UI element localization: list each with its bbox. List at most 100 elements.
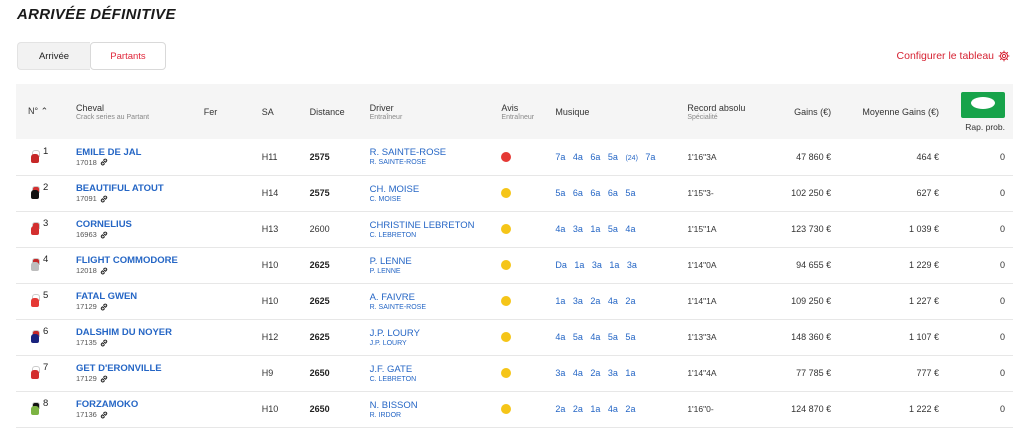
jockey-silk-icon <box>28 330 42 344</box>
configure-table-button[interactable]: Configurer le tableau <box>897 50 1010 62</box>
rap-cell: 0 <box>999 151 1005 162</box>
header-gains[interactable]: Gains (€) <box>761 84 835 139</box>
driver-cell: CHRISTINE LEBRETON C. LEBRETON <box>366 211 498 247</box>
record-cell: 1'14"0A <box>687 260 717 270</box>
link-icon[interactable] <box>100 411 108 419</box>
link-icon[interactable] <box>100 339 108 347</box>
table-row[interactable]: 6 DALSHIM DU NOYER 17135 H12 2625 J.P. L… <box>16 319 1013 355</box>
header-moyenne[interactable]: Moyenne Gains (€) <box>835 84 943 139</box>
musique-link[interactable]: 3a 4a 2a 3a 1a <box>555 368 635 378</box>
horse-name-link[interactable]: BEAUTIFUL ATOUT <box>76 183 196 194</box>
trainer-link[interactable]: C. LEBRETON <box>370 376 494 383</box>
horse-name-link[interactable]: FATAL GWEN <box>76 291 196 302</box>
header-record[interactable]: Record absolu Spécialité <box>683 84 761 139</box>
horse-id: 17091 <box>76 194 196 203</box>
table-row[interactable]: 4 FLIGHT COMMODORE 12018 H10 2625 P. LEN… <box>16 247 1013 283</box>
trainer-link[interactable]: R. IRDOR <box>370 412 494 419</box>
avis-cell <box>497 283 551 319</box>
musique-link[interactable]: 4a 5a 4a 5a 5a <box>555 332 635 342</box>
header-num[interactable]: N° ⌃ <box>16 84 72 139</box>
sa-cell: H12 <box>261 332 279 342</box>
moyenne-cell: 1 229 € <box>908 260 939 270</box>
horse-number: 4 <box>43 254 49 266</box>
driver-link[interactable]: J.P. LOURY <box>370 328 494 339</box>
trainer-link[interactable]: C. LEBRETON <box>370 232 494 239</box>
musique-cell: 3a 4a 2a 3a 1a <box>551 355 683 391</box>
horse-name-link[interactable]: CORNELIUS <box>76 219 196 230</box>
horse-name-link[interactable]: GET D'ERONVILLE <box>76 363 196 374</box>
musique-link[interactable]: 1a 3a 2a 4a 2a <box>555 296 635 306</box>
tab-arrivee[interactable]: Arrivée <box>17 42 90 70</box>
horse-cell: EMILE DE JAL 17018 <box>72 139 200 175</box>
tab-partants[interactable]: Partants <box>90 42 166 70</box>
horse-name-link[interactable]: FLIGHT COMMODORE <box>76 255 196 266</box>
table-row[interactable]: 7 GET D'ERONVILLE 17129 H9 2650 J.F. GAT… <box>16 355 1013 391</box>
horse-cell: DALSHIM DU NOYER 17135 <box>72 319 200 355</box>
avis-cell <box>497 355 551 391</box>
driver-link[interactable]: CH. MOISE <box>370 184 494 195</box>
driver-link[interactable]: R. SAINTE-ROSE <box>370 147 494 158</box>
horse-id: 17129 <box>76 374 196 383</box>
avis-indicator-icon <box>501 332 512 343</box>
link-icon[interactable] <box>100 158 108 166</box>
link-icon[interactable] <box>100 303 108 311</box>
moyenne-cell: 1 107 € <box>908 332 939 342</box>
row-num-cell: 3 <box>16 211 72 247</box>
horse-name-link[interactable]: FORZAMOKO <box>76 399 196 410</box>
fer-cell <box>200 139 258 175</box>
header-sa[interactable]: SA <box>258 84 306 139</box>
trainer-link[interactable]: C. MOISE <box>370 196 494 203</box>
moyenne-cell: 1 222 € <box>908 404 939 414</box>
table-row[interactable]: 1 EMILE DE JAL 17018 H11 2575 R. SAINTE-… <box>16 139 1013 175</box>
header-musique[interactable]: Musique <box>551 84 683 139</box>
row-num-cell: 4 <box>16 247 72 283</box>
musique-link[interactable]: Da 1a 3a 1a 3a <box>555 260 637 270</box>
header-avis[interactable]: Avis Entraîneur <box>497 84 551 139</box>
jockey-silk-icon <box>28 149 42 164</box>
link-icon[interactable] <box>100 231 108 239</box>
fer-cell <box>200 319 258 355</box>
sort-chevron-icon[interactable]: ⌃ <box>41 106 49 116</box>
link-icon[interactable] <box>100 267 108 275</box>
header-driver[interactable]: Driver Entraîneur <box>366 84 498 139</box>
driver-cell: P. LENNE P. LENNE <box>366 247 498 283</box>
musique-link[interactable]: 4a 3a 1a 5a 4a <box>555 224 635 234</box>
horse-name-link[interactable]: EMILE DE JAL <box>76 147 196 158</box>
fer-cell <box>200 355 258 391</box>
header-cheval[interactable]: Cheval Crack series au Partant <box>72 84 200 139</box>
header-rap[interactable]: Rap. prob. <box>943 84 1013 139</box>
link-icon[interactable] <box>100 195 108 203</box>
trainer-link[interactable]: R. SAINTE-ROSE <box>370 304 494 311</box>
table-row[interactable]: 5 FATAL GWEN 17129 H10 2625 A. FAIVRE R.… <box>16 283 1013 319</box>
distance-cell: 2625 <box>309 296 330 306</box>
table-row[interactable]: 2 BEAUTIFUL ATOUT 17091 H14 2575 CH. MOI… <box>16 175 1013 211</box>
trainer-link[interactable]: R. SAINTE-ROSE <box>370 159 494 166</box>
horse-cell: FORZAMOKO 17136 <box>72 391 200 427</box>
horse-id: 17135 <box>76 338 196 347</box>
musique-link[interactable]: 7a 4a 6a 5a (24) 7a <box>555 152 655 162</box>
musique-link[interactable]: 2a 2a 1a 4a 2a <box>555 404 635 414</box>
driver-link[interactable]: P. LENNE <box>370 256 494 267</box>
musique-link[interactable]: 5a 6a 6a 6a 5a <box>555 188 635 198</box>
horse-id: 17136 <box>76 410 196 419</box>
driver-link[interactable]: A. FAIVRE <box>370 292 494 303</box>
driver-link[interactable]: J.F. GATE <box>370 364 494 375</box>
header-distance[interactable]: Distance <box>306 84 366 139</box>
driver-link[interactable]: N. BISSON <box>370 400 494 411</box>
partants-table: N° ⌃ Cheval Crack series au Partant Fer S… <box>16 84 1013 428</box>
table-row[interactable]: 8 FORZAMOKO 17136 H10 2650 N. BISSON R. … <box>16 391 1013 427</box>
row-num-cell: 2 <box>16 175 72 211</box>
pmu-logo-icon <box>961 91 1005 118</box>
driver-link[interactable]: CHRISTINE LEBRETON <box>370 220 494 231</box>
horse-name-link[interactable]: DALSHIM DU NOYER <box>76 327 196 338</box>
table-row[interactable]: 3 CORNELIUS 16963 H13 2600 CHRISTINE LEB… <box>16 211 1013 247</box>
trainer-link[interactable]: P. LENNE <box>370 268 494 275</box>
moyenne-cell: 777 € <box>916 368 939 378</box>
horse-number: 6 <box>43 326 49 338</box>
header-fer[interactable]: Fer <box>200 84 258 139</box>
fer-cell <box>200 175 258 211</box>
distance-cell: 2625 <box>309 332 330 342</box>
distance-cell: 2650 <box>309 368 330 378</box>
link-icon[interactable] <box>100 375 108 383</box>
trainer-link[interactable]: J.P. LOURY <box>370 340 494 347</box>
